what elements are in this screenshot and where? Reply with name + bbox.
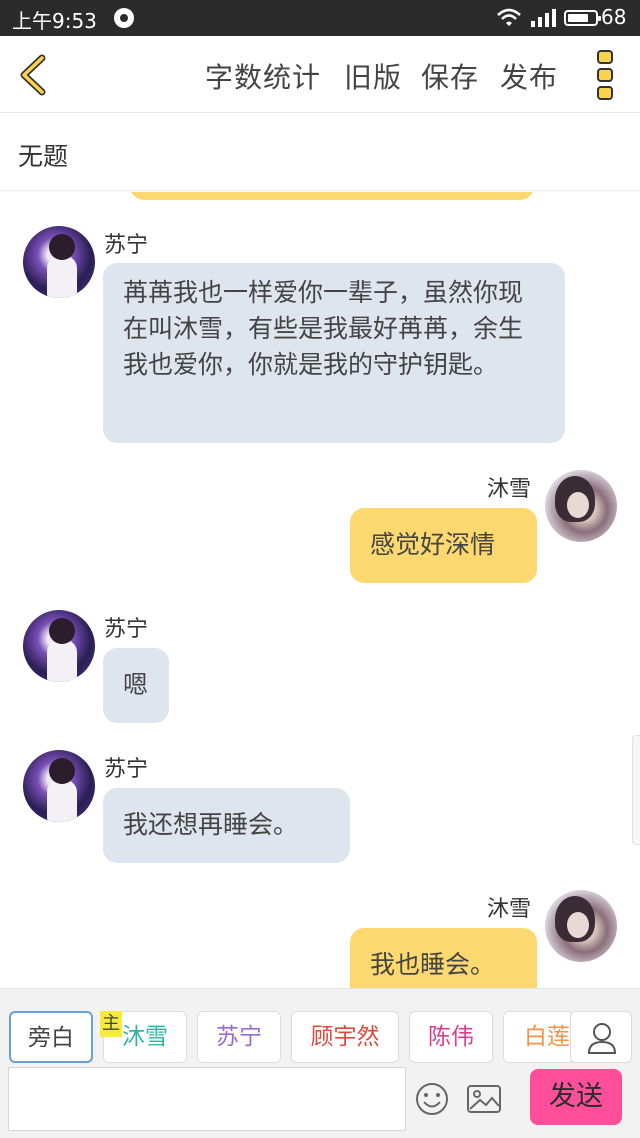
message-bubble[interactable]: 我还想再睡会。 [103,788,350,863]
battery-icon [564,10,601,26]
old-version-button[interactable]: 旧版 [344,56,402,96]
editor-toolbar: 字数统计 旧版 保存 发布 [0,36,640,113]
image-icon[interactable] [466,1083,502,1115]
avatar[interactable] [23,750,95,822]
sender-name: 苏宁 [104,233,149,258]
battery-level: 68 [601,5,627,29]
sender-name: 沐雪 [487,897,532,922]
message-bubble[interactable]: 苒苒我也一样爱你一辈子，虽然你现在叫沐雪，有些是我最好苒苒，余生我也爱你，你就是… [103,263,565,443]
notification-icon [114,8,134,28]
person-icon [587,1023,617,1054]
add-role-button[interactable] [570,1011,632,1063]
status-time: 上午9:53 [12,9,97,33]
more-menu-icon[interactable] [590,48,620,102]
avatar[interactable] [545,470,617,542]
status-bar: 上午9:53 68 [0,0,640,36]
message-bubble[interactable] [130,192,534,200]
back-icon[interactable] [14,54,54,96]
send-button[interactable]: 发送 [530,1069,622,1125]
emoji-icon[interactable] [414,1081,450,1117]
message-bubble[interactable]: 感觉好深情 [350,508,537,583]
avatar[interactable] [23,610,95,682]
role-chip-guyuran[interactable]: 顾宇然 [291,1011,399,1063]
role-chip-bailian[interactable]: 白莲 [503,1011,575,1063]
avatar[interactable] [545,890,617,962]
message-bubble[interactable]: 嗯 [103,648,169,723]
role-chip-chenwei[interactable]: 陈伟 [409,1011,493,1063]
signal-icon [531,9,556,27]
message-input[interactable] [8,1067,406,1131]
story-title[interactable]: 无题 [18,137,68,173]
scroll-handle[interactable] [632,735,640,845]
chat-list[interactable]: 苏宁 苒苒我也一样爱你一辈子，虽然你现在叫沐雪，有些是我最好苒苒，余生我也爱你，… [0,192,640,988]
message-bubble[interactable]: 我也睡会。 [350,928,537,988]
story-title-bar[interactable]: 无题 [0,113,640,191]
sender-name: 沐雪 [487,477,532,502]
publish-button[interactable]: 发布 [500,56,558,96]
sender-name: 苏宁 [104,757,149,782]
role-chip-narrator[interactable]: 旁白 [9,1011,93,1063]
save-button[interactable]: 保存 [421,56,479,96]
avatar[interactable] [23,226,95,298]
word-count-button[interactable]: 字数统计 [205,56,321,96]
host-tag: 主 [100,1011,122,1037]
role-chip-suning[interactable]: 苏宁 [197,1011,281,1063]
sender-name: 苏宁 [104,617,149,642]
composer: 旁白 主 沐雪 苏宁 顾宇然 陈伟 白莲 发送 [0,988,640,1138]
wifi-icon [497,8,521,26]
